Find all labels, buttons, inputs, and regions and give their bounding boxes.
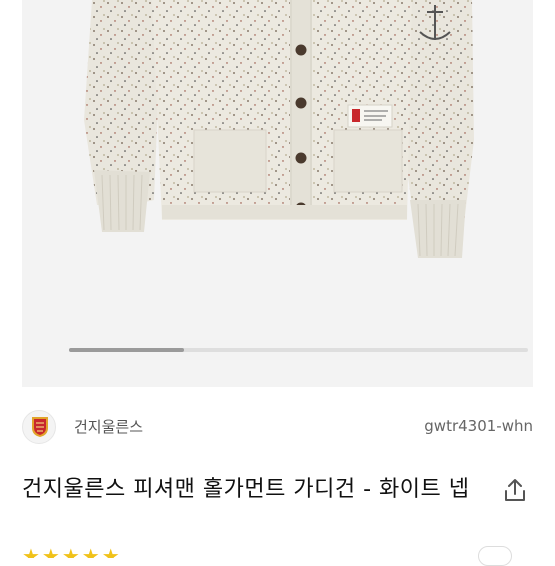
brand-name[interactable]: 건지울른스: [74, 416, 143, 437]
gallery-scroll-track[interactable]: [69, 348, 528, 352]
shield-crest-icon[interactable]: [22, 410, 56, 444]
product-title: 건지울른스 피셔맨 홀가먼트 가디건 - 화이트 넵: [22, 477, 470, 502]
brand-row[interactable]: 건지울른스 gwtr4301-whn: [22, 410, 533, 444]
product-sku: gwtr4301-whn: [424, 417, 533, 435]
rating-stars: ★★★★★: [22, 546, 122, 558]
gallery-scroll-thumb[interactable]: [69, 348, 184, 352]
product-image-gallery[interactable]: [22, 0, 533, 387]
cardigan-product-photo: [84, 0, 474, 258]
option-button[interactable]: [478, 546, 512, 566]
share-icon[interactable]: [501, 477, 529, 505]
